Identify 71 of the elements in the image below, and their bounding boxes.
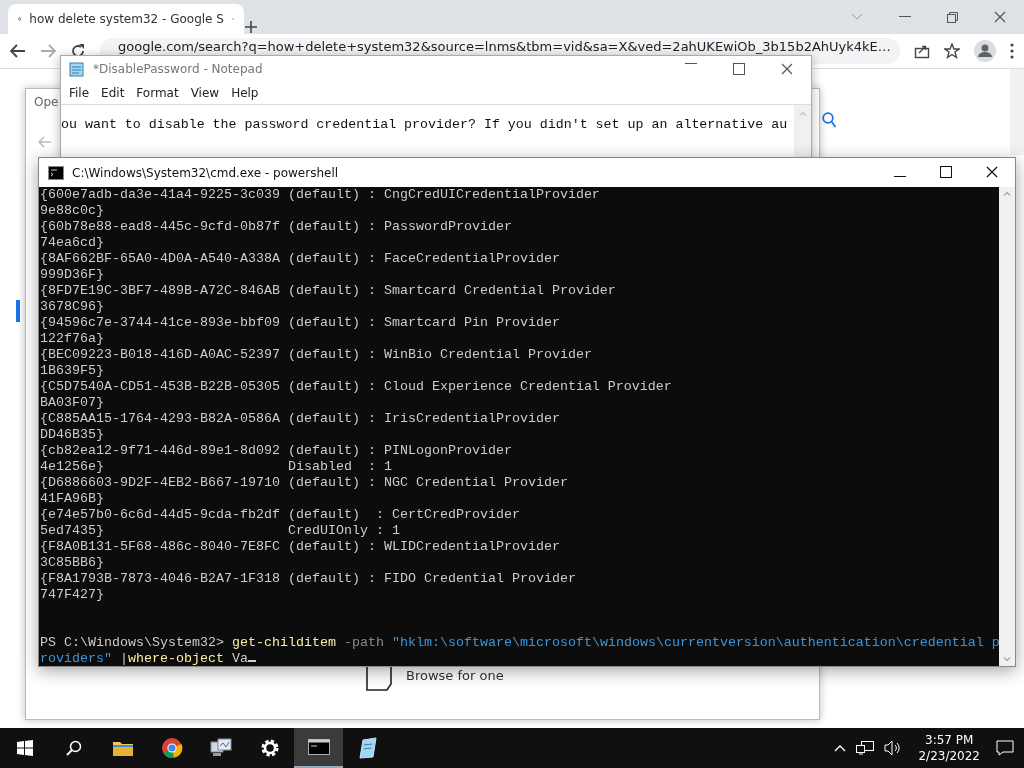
- console-line: BA03F07}: [40, 395, 105, 411]
- console-line: DD46B35}: [40, 427, 105, 443]
- console-line: 122f76a}: [40, 331, 105, 347]
- profile-icon[interactable]: [974, 40, 996, 62]
- console-line: 999D36F}: [40, 267, 105, 283]
- clock-time[interactable]: 3:57 PM: [925, 732, 974, 748]
- folder-icon[interactable]: [111, 739, 134, 757]
- editor-text[interactable]: ou want to disable the password credential provider? If you didn't set up an alternative au: [61, 105, 794, 159]
- menu-item[interactable]: Edit: [95, 84, 131, 102]
- maximize-icon[interactable]: [940, 166, 952, 178]
- star-icon[interactable]: [944, 43, 960, 59]
- window-title: *DisablePassword - Notepad: [93, 62, 264, 76]
- dialog-title: Ope: [34, 95, 59, 109]
- minimize-icon[interactable]: [685, 63, 697, 65]
- command-line[interactable]: PS C:\Windows\System32> get-childitem -path "hklm:\software\microsoft\windows\currentversion\authentication\credential p: [40, 635, 999, 651]
- console-line: 9e88c0c}: [40, 203, 105, 219]
- console-line: {F8A0B131-5F68-486c-8040-7E8FC (default) : WLIDCredentialProvider: [40, 539, 561, 555]
- notepad-icon[interactable]: [357, 737, 378, 759]
- option-label[interactable]: Browse for one: [406, 668, 504, 683]
- console-icon[interactable]: [307, 739, 330, 755]
- console-line: 747F427}: [40, 587, 105, 603]
- scrollbar[interactable]: [794, 105, 811, 159]
- menu-item[interactable]: File: [63, 84, 96, 102]
- command-line[interactable]: roviders" |where-object Va: [40, 651, 999, 666]
- console-line: 74ea6cd}: [40, 235, 105, 251]
- text-cursor: [247, 660, 256, 662]
- console-line: {94596c7e-3744-41ce-893e-bbf09 (default) : Smartcard Pin Provider: [40, 315, 561, 331]
- menu-item[interactable]: Help: [225, 84, 265, 102]
- network-icon[interactable]: [856, 740, 875, 756]
- gear-icon[interactable]: [259, 738, 280, 758]
- scrollbar[interactable]: [999, 187, 1015, 666]
- minimize-icon[interactable]: [894, 176, 906, 178]
- console-line: {C885AA15-1764-4293-B82A-0586A (default) : IrisCredentialProvider: [40, 411, 561, 427]
- console-line: 3C85BB6}: [40, 555, 105, 571]
- console-line: 5ed7435} CredUIOnly : 1: [40, 523, 401, 539]
- console-line: {BEC09223-B018-416D-A0AC-52397 (default) : WinBio Credential Provider: [40, 347, 593, 363]
- share-icon[interactable]: [914, 43, 930, 59]
- network-monitors-icon[interactable]: [208, 737, 233, 759]
- chrome-icon[interactable]: [160, 737, 183, 759]
- speaker-icon[interactable]: [884, 740, 903, 756]
- chevron-up-icon[interactable]: [834, 744, 847, 752]
- console-line: {8FD7E19C-3BF7-489B-A72C-846AB (default) : Smartcard Credential Provider: [40, 283, 617, 299]
- console-line: {600e7adb-da3e-41a4-9225-3c039 (default) : CngCredUICredentialProvider: [40, 187, 601, 203]
- more-icon[interactable]: [1010, 43, 1014, 59]
- maximize-icon[interactable]: [733, 63, 745, 75]
- console-line: {D6886603-9D2F-4EB2-B667-19710 (default) : NGC Credential Provider: [40, 475, 569, 491]
- restore-icon[interactable]: [947, 11, 958, 23]
- menu-item[interactable]: Format: [130, 84, 185, 102]
- console-line: 3678C96}: [40, 299, 105, 315]
- console-line: {F8A1793B-7873-4046-B2A7-1F318 (default) : FIDO Credential Provider: [40, 571, 577, 587]
- console-line: 1B639F5}: [40, 363, 105, 379]
- scrollbar[interactable]: [1010, 69, 1024, 155]
- search-icon[interactable]: [65, 740, 82, 756]
- console-icon: [48, 165, 64, 180]
- menu-item[interactable]: View: [184, 84, 226, 102]
- console-line: 4e1256e} Disabled : 1: [40, 459, 393, 475]
- console-line: {8AF662BF-65A0-4D0A-A540-A338A (default) : FaceCredentialProvider: [40, 251, 561, 267]
- notification-icon[interactable]: [996, 740, 1014, 756]
- notepad-icon: [69, 61, 85, 77]
- console-line: {C5D7540A-CD51-453B-B22B-05305 (default) : Cloud Experience Credential Provider: [40, 379, 673, 395]
- console-line: {cb82ea12-9f71-446d-89e1-8d092 (default) : PINLogonProvider: [40, 443, 513, 459]
- window-title: C:\Windows\System32\cmd.exe - powershell: [72, 165, 340, 180]
- back-arrow-icon[interactable]: [10, 44, 26, 58]
- console-line: {60b78e88-ead8-445c-9cfd-0b87f (default) : PasswordProvider: [40, 219, 513, 235]
- browser-tab[interactable]: how delete system32 - Google S: [8, 4, 244, 34]
- plus-icon[interactable]: [244, 20, 258, 34]
- console-line: 41FA96B}: [40, 491, 105, 507]
- windows-logo-icon[interactable]: [16, 740, 33, 756]
- selection-indicator: [16, 300, 20, 322]
- clock-date[interactable]: 2/23/2022: [918, 748, 980, 764]
- console-line: {e74e57b0-6c6d-44d5-9cda-fb2df (default) : CertCredProvider: [40, 507, 521, 523]
